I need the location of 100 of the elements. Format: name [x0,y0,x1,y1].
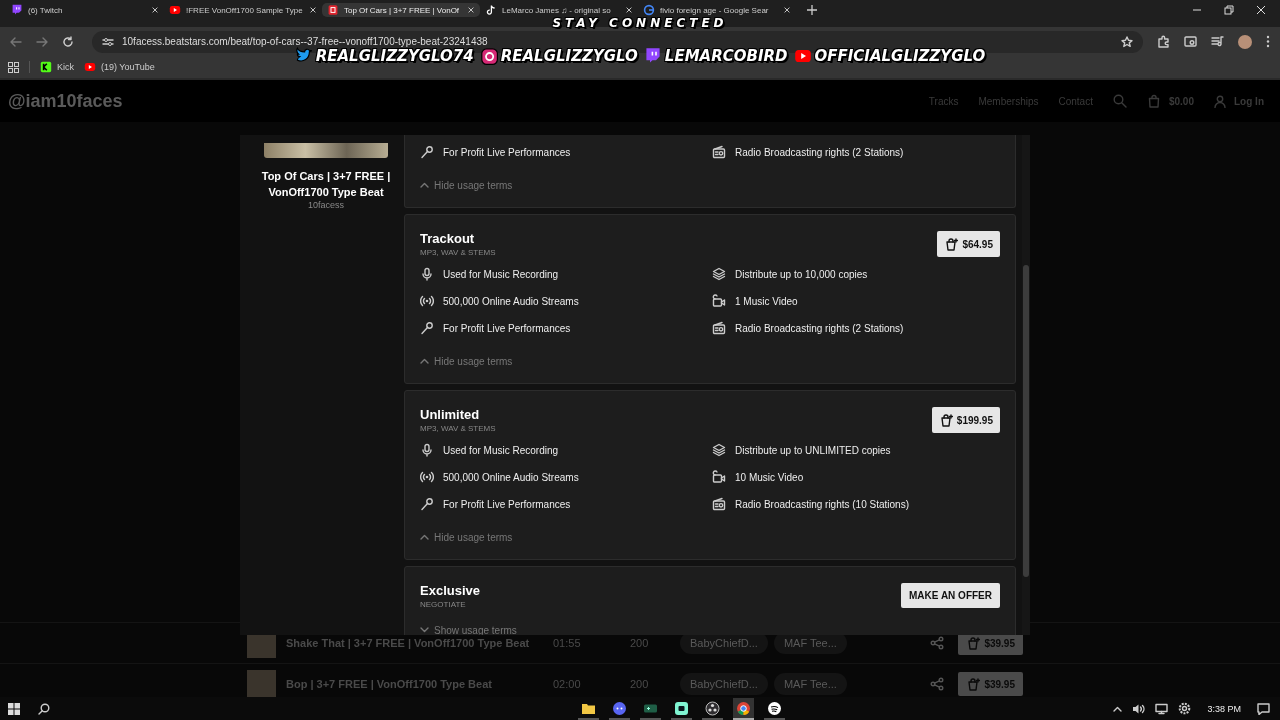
close-icon[interactable] [1256,5,1266,15]
avatar[interactable] [1238,34,1252,49]
reload-icon[interactable] [62,35,74,48]
twitch-icon [643,47,662,65]
chevron-up-icon[interactable] [1113,705,1123,712]
usage-term: Radio Broadcasting rights (2 Stations) [735,322,904,334]
share-icon[interactable] [930,677,945,691]
radio-icon [712,321,726,335]
puzzle-icon[interactable] [1157,35,1170,48]
usage-term: For Profit Live Performances [443,498,571,510]
scrollbar-thumb[interactable] [1023,265,1029,577]
usage-term: Radio Broadcasting rights (2 Stations) [735,146,904,158]
broadcast-icon [420,294,434,308]
layers-icon [712,267,726,281]
radio-icon [712,497,726,511]
site-settings-icon[interactable] [102,35,114,48]
close-icon[interactable] [783,6,791,14]
search-icon[interactable] [38,702,50,715]
apps-grid-icon[interactable] [8,61,19,73]
usage-term: Radio Broadcasting rights (10 Stations) [735,498,909,510]
browser-tab[interactable]: Top Of Cars | 3+7 FREE | VonOf [322,3,480,17]
notification-icon[interactable] [1257,702,1270,715]
tab-search-icon[interactable] [1184,35,1197,48]
usage-term: Used for Music Recording [443,444,559,456]
track-bpm: 200 [630,678,650,690]
bird-icon [294,47,313,65]
usage-term: 10 Music Video [735,471,804,483]
license-name: Unlimited [420,407,481,422]
usage-term: Used for Music Recording [443,268,559,280]
browser-tab[interactable]: LeMarco James ♫ - original so [480,3,638,17]
close-icon[interactable] [467,6,475,14]
restore-icon[interactable] [1224,5,1234,15]
site-logo[interactable]: @iam10faces [8,90,123,112]
cart-add-icon [966,677,981,691]
chevron-up-icon [420,534,429,540]
price-button[interactable]: $199.95 [931,407,1000,433]
beat-title: Top Of Cars | 3+7 FREE | VonOff1700 Type Beat [260,169,392,200]
browser-tab[interactable]: !FREE VonOff1700 Sample Type [164,3,322,17]
producer-name[interactable]: 10facess [308,200,344,210]
price-button[interactable]: $64.95 [937,231,1000,257]
close-icon[interactable] [625,6,633,14]
license-formats: NEGOTIATE [420,600,467,609]
usage-term: Distribute up to 10,000 copies [735,268,868,280]
more-menu-icon[interactable] [1266,35,1270,48]
speaker-icon[interactable] [1132,702,1146,715]
windows-start-icon[interactable] [8,702,20,715]
license-name: Trackout [420,231,476,246]
usage-terms-toggle[interactable]: Show usage terms [420,624,517,635]
price-button[interactable]: $39.95 [958,672,1023,696]
browser-tab[interactable]: (6) Twitch [6,3,164,17]
microphone-icon [420,267,434,281]
handheld-mic-icon [420,145,434,159]
offer-button[interactable]: MAKE AN OFFER [901,583,1000,608]
media-queue-icon[interactable] [1211,35,1224,48]
settings-icon[interactable] [1178,702,1192,715]
monitor-icon[interactable] [1155,702,1169,715]
handheld-mic-icon [420,321,434,335]
usage-terms-toggle[interactable]: Hide usage terms [420,355,513,367]
close-icon[interactable] [151,6,159,14]
star-icon[interactable] [1121,35,1133,48]
usage-terms-toggle[interactable]: Hide usage terms [420,531,513,543]
license-formats: MP3, WAV & STEMS [420,424,496,433]
usage-term: 500,000 Online Audio Streams [443,471,579,483]
bookmark[interactable]: Kick [40,61,74,73]
microphone-icon [420,443,434,457]
usage-term: For Profit Live Performances [443,146,571,158]
play-icon [169,4,181,16]
new-tab-icon[interactable] [806,4,818,16]
usage-term: 500,000 Online Audio Streams [443,295,579,307]
cover-thumbnail [247,669,276,697]
chevron-down-icon [420,627,429,633]
k-icon [40,61,52,73]
chevron-up-icon [420,182,429,188]
forward-arrow-icon[interactable] [36,35,48,48]
share-icon[interactable] [930,636,945,650]
license-formats: MP3, WAV & STEMS [420,248,496,257]
bookmark[interactable]: (19) YouTube [84,61,155,73]
close-icon[interactable] [309,6,317,14]
usage-term: For Profit Live Performances [443,322,571,334]
note-icon [485,4,497,16]
track-title[interactable]: Bop | 3+7 FREE | VonOff1700 Type Beat [286,678,553,690]
twitch-icon [11,4,23,16]
chrome-icon[interactable] [733,697,754,720]
back-arrow-icon[interactable] [10,35,22,48]
browser-tab[interactable]: fivio foreign age - Google Sear [638,3,796,17]
track-duration: 02:00 [553,678,582,690]
video-camera-icon [712,470,726,484]
track-title[interactable]: Shake That | 3+7 FREE | VonOff1700 Type Beat [286,637,553,649]
clock-time[interactable]: 3:38 PM [1207,703,1241,714]
track-duration: 01:55 [553,637,582,649]
usage-terms-toggle[interactable]: Hide usage terms [420,179,513,191]
handheld-mic-icon [420,497,434,511]
google-icon [643,4,655,16]
cart-add-icon [944,237,959,251]
tag-chip[interactable]: BabyChiefD... [680,673,768,695]
cart-add-icon [966,636,981,650]
video-camera-icon [712,294,726,308]
usage-term: 1 Music Video [735,295,798,307]
broadcast-icon [420,470,434,484]
tag-chip[interactable]: MAF Tee... [773,673,847,695]
